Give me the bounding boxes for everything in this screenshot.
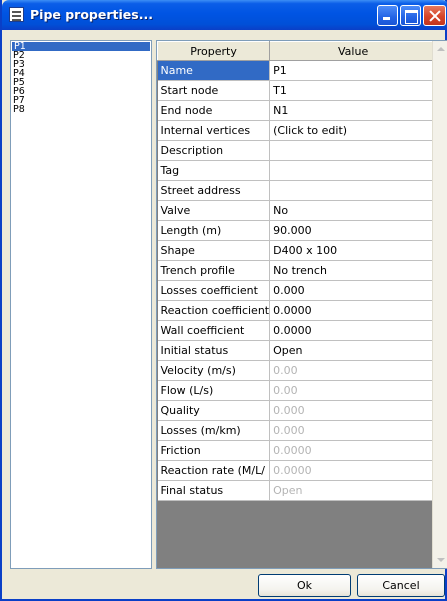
property-value-cell: Open — [269, 480, 438, 501]
pipe-list-item[interactable]: P1 — [12, 42, 150, 51]
property-value-cell[interactable]: No — [269, 200, 438, 221]
property-value-cell: 0.00 — [269, 360, 438, 381]
property-row[interactable]: Tag — [157, 160, 438, 181]
property-value-cell[interactable]: (Click to edit) — [269, 120, 438, 141]
property-row[interactable]: Friction 0.0000 — [157, 440, 438, 461]
property-value-cell[interactable] — [269, 180, 438, 201]
property-value-cell[interactable]: 0.0000 — [269, 300, 438, 321]
ok-button[interactable]: Ok — [258, 574, 351, 597]
pipe-properties-window: Pipe properties... P1 P2 P3 P4 P5 P6 P7 P8 Prop… — [0, 0, 447, 601]
property-value-cell: 0.0000 — [269, 460, 438, 481]
property-row[interactable]: End node N1 — [157, 100, 438, 121]
property-value-cell[interactable] — [269, 160, 438, 181]
scroll-up-icon[interactable] — [433, 41, 447, 57]
property-value-cell: 0.00 — [269, 380, 438, 401]
property-value-cell: 0.0000 — [269, 440, 438, 461]
property-name-cell: Quality — [157, 400, 271, 421]
property-row[interactable]: Internal vertices (Click to edit) — [157, 120, 438, 141]
property-value-cell[interactable]: D400 x 100 — [269, 240, 438, 261]
title-bar[interactable]: Pipe properties... — [2, 0, 447, 30]
maximize-button[interactable] — [400, 5, 421, 26]
property-row[interactable]: Street address — [157, 180, 438, 201]
property-name-cell: Reaction coefficient — [157, 300, 271, 321]
pipe-list-item[interactable]: P6 — [11, 87, 151, 96]
property-name-cell: Velocity (m/s) — [157, 360, 271, 381]
property-name-cell: Friction — [157, 440, 271, 461]
pipe-list-item[interactable]: P8 — [11, 105, 151, 114]
close-button[interactable] — [423, 5, 446, 26]
property-row[interactable]: Shape D400 x 100 — [157, 240, 438, 261]
property-name-cell: Wall coefficient — [157, 320, 271, 341]
pipe-list-item[interactable]: P5 — [11, 78, 151, 87]
cancel-button[interactable]: Cancel — [357, 574, 445, 597]
property-name-cell: Trench profile — [157, 260, 271, 281]
property-row[interactable]: Velocity (m/s) 0.00 — [157, 360, 438, 381]
property-grid: Property Value Name P1 Start node T1 End nod… — [156, 40, 447, 569]
property-value-cell[interactable]: 0.0000 — [269, 320, 438, 341]
property-value-cell[interactable]: P1 — [269, 60, 438, 81]
property-name-cell: Losses (m/km) — [157, 420, 271, 441]
vertical-scrollbar[interactable] — [432, 41, 447, 568]
property-name-cell: Tag — [157, 160, 271, 181]
property-name-cell: Description — [157, 140, 271, 161]
property-name-cell: Final status — [157, 480, 271, 501]
property-value-cell[interactable]: No trench — [269, 260, 438, 281]
property-value-cell: 0.000 — [269, 420, 438, 441]
property-value-cell[interactable]: Open — [269, 340, 438, 361]
property-name-cell: Street address — [157, 180, 271, 201]
property-row[interactable]: Description — [157, 140, 438, 161]
property-value-cell[interactable] — [269, 140, 438, 161]
column-header-property: Property — [156, 41, 271, 61]
property-row[interactable]: Losses coefficient 0.000 — [157, 280, 438, 301]
property-value-cell[interactable]: 90.000 — [269, 220, 438, 241]
property-name-cell: Flow (L/s) — [157, 380, 271, 401]
property-value-cell[interactable]: N1 — [269, 100, 438, 121]
property-row[interactable]: Wall coefficient 0.0000 — [157, 320, 438, 341]
property-value-cell[interactable]: T1 — [269, 80, 438, 101]
property-name-cell: Start node — [157, 80, 271, 101]
property-name-cell: Initial status — [157, 340, 271, 361]
property-row[interactable]: Final status Open — [157, 480, 438, 501]
property-table: Property Value Name P1 Start node T1 End nod… — [156, 41, 438, 501]
property-name-cell: Length (m) — [157, 220, 271, 241]
property-row[interactable]: Quality 0.000 — [157, 400, 438, 421]
pipe-list-item[interactable]: P4 — [11, 69, 151, 78]
minimize-button[interactable] — [377, 5, 398, 26]
property-row[interactable]: Losses (m/km) 0.000 — [157, 420, 438, 441]
property-name-cell: Shape — [157, 240, 271, 261]
property-row[interactable]: Initial status Open — [157, 340, 438, 361]
column-header-value: Value — [269, 41, 438, 61]
property-name-cell: Reaction rate (M/L/ — [157, 460, 271, 481]
pipe-list-item[interactable]: P2 — [11, 51, 151, 60]
window-title: Pipe properties... — [30, 7, 153, 22]
property-row[interactable]: Start node T1 — [157, 80, 438, 101]
window-icon — [9, 7, 24, 22]
pipe-list[interactable]: P1 P2 P3 P4 P5 P6 P7 P8 — [10, 40, 152, 569]
pipe-list-item[interactable]: P7 — [11, 96, 151, 105]
property-name-cell: Losses coefficient — [157, 280, 271, 301]
property-row[interactable]: Trench profile No trench — [157, 260, 438, 281]
property-value-cell[interactable]: 0.000 — [269, 280, 438, 301]
property-name-cell: Name — [157, 60, 271, 81]
property-name-cell: Internal vertices — [157, 120, 271, 141]
pipe-list-item[interactable]: P3 — [11, 60, 151, 69]
scroll-down-icon[interactable] — [433, 552, 447, 568]
property-name-cell: End node — [157, 100, 271, 121]
property-row[interactable]: Valve No — [157, 200, 438, 221]
property-row[interactable]: Name P1 — [157, 60, 438, 81]
property-row[interactable]: Reaction rate (M/L/0.0000 — [157, 460, 438, 481]
property-value-cell: 0.000 — [269, 400, 438, 421]
property-name-cell: Valve — [157, 200, 271, 221]
property-row[interactable]: Reaction coefficient 0.0000 — [157, 300, 438, 321]
property-row[interactable]: Flow (L/s) 0.00 — [157, 380, 438, 401]
property-row[interactable]: Length (m) 90.000 — [157, 220, 438, 241]
